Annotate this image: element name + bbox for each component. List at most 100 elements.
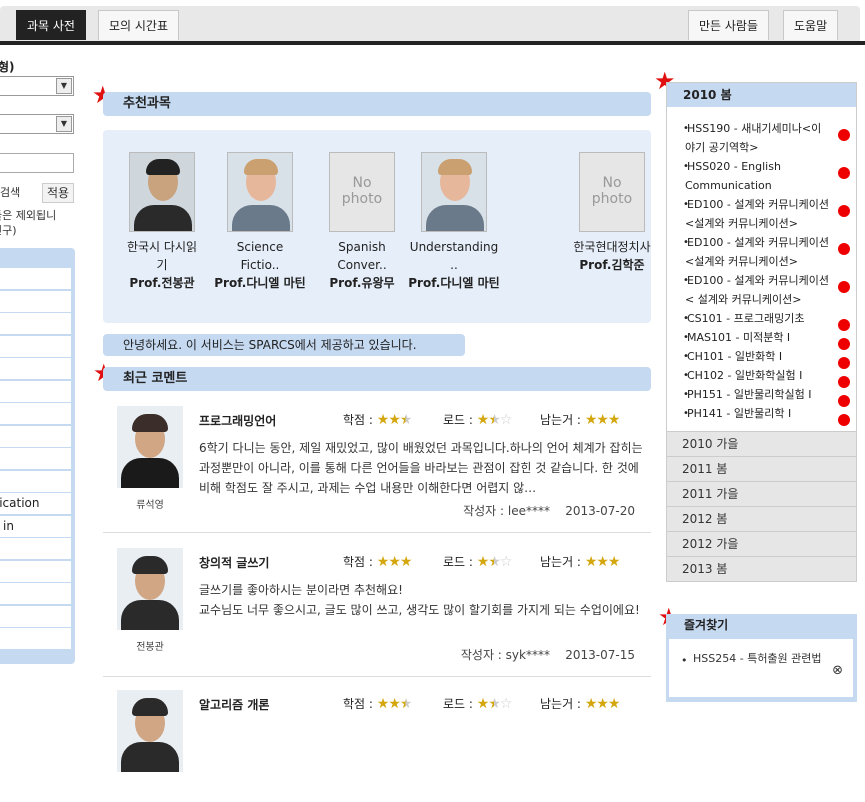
gain-rating: 남는거 : ★★★ [540, 695, 620, 712]
apply-button[interactable]: 적용 [42, 183, 74, 203]
result-row[interactable]: unication [0, 493, 71, 514]
professor-name[interactable]: Prof.다니엘 마틴 [205, 274, 315, 292]
favorites-box: HSS254 - 특허출원 관련법 ⊗ [666, 636, 857, 702]
course-title-line[interactable]: Understanding [399, 238, 509, 256]
recommended-course[interactable]: Understanding.. Prof.다니엘 마틴 [399, 152, 509, 292]
result-row[interactable] [0, 448, 71, 469]
result-row[interactable] [0, 335, 71, 357]
tab-mock-timetable[interactable]: 모의 시간표 [98, 10, 180, 40]
no-photo-text: photo [591, 191, 633, 207]
semester-course-label[interactable]: CH102 - 일반화학실험 I [685, 369, 802, 382]
semester-course-item[interactable]: ED100 - 설계와 커뮤니케이션<설계와 커뮤니케이션> [667, 233, 856, 271]
course-title-line[interactable]: .. [399, 256, 509, 274]
result-row[interactable] [0, 538, 71, 559]
professor-name[interactable]: Prof.전봉관 [107, 274, 217, 292]
semester-course-item[interactable]: ED100 - 설계와 커뮤니케이션 < 설계와 커뮤니케이션> [667, 271, 856, 309]
result-row[interactable] [0, 380, 71, 402]
comment-date: 2013-07-20 [565, 504, 635, 518]
professor-photo[interactable] [421, 152, 487, 232]
no-photo-placeholder[interactable]: No photo [579, 152, 645, 232]
result-row[interactable] [0, 290, 71, 312]
semester-course-label[interactable]: HSS020 - English Communication [685, 160, 781, 192]
result-row[interactable] [0, 425, 71, 447]
comment-course-title[interactable]: 프로그래밍언어 [199, 412, 276, 429]
search-input[interactable] [0, 153, 74, 173]
remove-course-icon[interactable] [838, 281, 850, 293]
semester-item[interactable]: 2011 봄 [667, 456, 856, 480]
recommended-course[interactable]: No photo 한국현대정치사 Prof.김학준 [557, 152, 667, 274]
semester-course-item[interactable]: CS101 - 프로그래밍기초 [667, 309, 856, 331]
result-row[interactable] [0, 583, 71, 604]
professor-name[interactable]: Prof.다니엘 마틴 [399, 274, 509, 292]
result-row[interactable] [0, 268, 71, 289]
tab-course-dictionary[interactable]: 과목 사전 [16, 10, 86, 40]
gain-stars: ★★★ [584, 412, 621, 428]
current-semester-title[interactable]: 2010 봄 [667, 83, 856, 107]
recommended-course[interactable]: Science Fictio.. Prof.다니엘 마틴 [205, 152, 315, 292]
semester-item[interactable]: 2011 가을 [667, 481, 856, 505]
comment-author: 작성자 : lee**** [463, 504, 550, 518]
result-row[interactable] [0, 403, 71, 424]
course-title-line[interactable]: Science [205, 238, 315, 256]
semester-course-item[interactable]: CH102 - 일반화학실험 I [667, 366, 856, 388]
semester-course-label[interactable]: CS101 - 프로그래밍기초 [685, 312, 804, 325]
semester-item[interactable]: 2012 봄 [667, 506, 856, 530]
semester-course-label[interactable]: PH151 - 일반물리학실험 I [685, 388, 811, 401]
remove-favorite-icon[interactable]: ⊗ [832, 661, 843, 680]
semester-course-label[interactable]: ED100 - 설계와 커뮤니케이션<설계와 커뮤니케이션> [685, 236, 829, 268]
no-photo-placeholder[interactable]: No photo [329, 152, 395, 232]
result-row[interactable] [0, 560, 71, 582]
semester-item[interactable]: 2012 가을 [667, 531, 856, 555]
search-result-list: unicationng in [0, 248, 75, 664]
semester-course-item[interactable]: PH151 - 일반물리학실험 I [667, 385, 856, 407]
remove-course-icon[interactable] [838, 243, 850, 255]
load-stars: ★★☆ [476, 412, 513, 428]
semester-course-label[interactable]: HSS190 - 새내기세미나<이야기 공기역학> [685, 122, 821, 154]
result-row[interactable] [0, 628, 71, 649]
commenter-photo [117, 406, 183, 488]
remove-course-icon[interactable] [838, 167, 850, 179]
semester-course-item[interactable]: PH141 - 일반물리학 I [667, 404, 856, 426]
semester-course-label[interactable]: ED100 - 설계와 커뮤니케이션 < 설계와 커뮤니케이션> [685, 274, 829, 306]
tab-makers[interactable]: 만든 사람들 [688, 10, 770, 40]
professor-photo[interactable] [129, 152, 195, 232]
semester-course-label[interactable]: ED100 - 설계와 커뮤니케이션<설계와 커뮤니케이션> [685, 198, 829, 230]
filter-select-2[interactable]: ▼ [0, 114, 74, 134]
result-row[interactable] [0, 605, 71, 627]
semester-course-item[interactable]: CH101 - 일반화학 I [667, 347, 856, 369]
comment-course-title[interactable]: 알고리즘 개론 [199, 696, 269, 713]
semester-item[interactable]: 2013 봄 [667, 556, 856, 580]
professor-photo[interactable] [227, 152, 293, 232]
load-rating: 로드 : ★★☆ [443, 695, 512, 712]
semester-item[interactable]: 2010 가을 [667, 431, 856, 455]
remove-course-icon[interactable] [838, 129, 850, 141]
semester-course-item[interactable]: HSS020 - English Communication [667, 157, 856, 195]
course-title-line[interactable]: 한국현대정치사 [557, 238, 667, 256]
comment-course-title[interactable]: 창의적 글쓰기 [199, 554, 269, 571]
semester-course-item[interactable]: ED100 - 설계와 커뮤니케이션<설계와 커뮤니케이션> [667, 195, 856, 233]
result-row[interactable] [0, 470, 71, 492]
result-row[interactable]: ng in [0, 515, 71, 537]
course-title-line[interactable]: 기 [107, 256, 217, 274]
filter-select-1[interactable]: ▼ [0, 76, 74, 96]
result-row[interactable] [0, 313, 71, 334]
semester-course-label[interactable]: PH141 - 일반물리학 I [685, 407, 791, 420]
favorite-item-label[interactable]: HSS254 - 특허출원 관련법 [693, 652, 822, 665]
favorite-item[interactable]: HSS254 - 특허출원 관련법 ⊗ [669, 639, 853, 697]
remove-course-icon[interactable] [838, 414, 850, 426]
semester-course-label[interactable]: MAS101 - 미적분학 I [685, 331, 790, 344]
professor-name[interactable]: Prof.김학준 [557, 256, 667, 274]
course-title-line[interactable]: 한국시 다시읽 [107, 238, 217, 256]
tab-help[interactable]: 도움말 [783, 10, 839, 40]
semester-course-item[interactable]: MAS101 - 미적분학 I [667, 328, 856, 350]
semester-course-label[interactable]: CH101 - 일반화학 I [685, 350, 782, 363]
recommended-course[interactable]: 한국시 다시읽 기 Prof.전봉관 [107, 152, 217, 292]
load-rating: 로드 : ★★☆ [443, 411, 513, 428]
remove-course-icon[interactable] [838, 205, 850, 217]
commenter-photo [117, 690, 183, 772]
course-title-line[interactable]: Fictio.. [205, 256, 315, 274]
semester-course-item[interactable]: HSS190 - 새내기세미나<이야기 공기역학> [667, 119, 856, 157]
comments-section-title: 최근 코멘트 [103, 367, 651, 391]
result-row[interactable] [0, 358, 71, 379]
no-photo-text: No [602, 175, 622, 191]
